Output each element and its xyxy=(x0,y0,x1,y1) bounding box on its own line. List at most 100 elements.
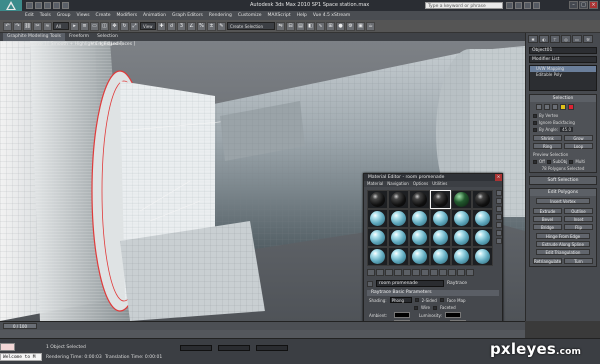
rendered-frame-icon[interactable]: ▣ xyxy=(356,21,365,31)
y-coordinate-field[interactable] xyxy=(218,345,250,351)
by-angle-checkbox[interactable] xyxy=(533,127,537,132)
object-name-field[interactable]: Object01 xyxy=(529,47,597,54)
insert-vertex-button[interactable]: Insert Vertex xyxy=(536,198,590,204)
material-slot[interactable] xyxy=(409,247,430,266)
subscription-icon[interactable] xyxy=(515,2,522,9)
unlink-icon[interactable]: ✂ xyxy=(33,21,42,31)
undo-icon[interactable] xyxy=(53,2,60,9)
assign-material-icon[interactable] xyxy=(385,269,393,276)
material-slot[interactable] xyxy=(367,190,388,209)
copy-material-icon[interactable] xyxy=(403,269,411,276)
two-sided-checkbox[interactable] xyxy=(414,298,419,302)
loop-button[interactable]: Loop xyxy=(564,143,593,149)
render-setup-icon[interactable]: ⚙ xyxy=(346,21,355,31)
percent-snap-icon[interactable]: % xyxy=(197,21,206,31)
soft-selection-header[interactable]: Soft Selection xyxy=(530,177,596,184)
material-slot[interactable] xyxy=(388,228,409,247)
material-slot[interactable] xyxy=(388,209,409,228)
by-vertex-option[interactable]: By Vertex xyxy=(530,112,596,119)
bridge-button[interactable]: Bridge xyxy=(533,224,562,230)
luminosity-swatch[interactable] xyxy=(444,312,461,318)
material-slot[interactable] xyxy=(430,190,451,209)
display-tab-icon[interactable]: ▭ xyxy=(572,35,582,43)
me-menu-material[interactable]: Material xyxy=(367,181,383,187)
hinge-from-edge-button[interactable]: Hinge From Edge xyxy=(536,233,590,239)
material-slot[interactable] xyxy=(430,247,451,266)
video-color-check-icon[interactable] xyxy=(496,222,502,228)
material-slot[interactable] xyxy=(367,247,388,266)
edit-named-selection-icon[interactable]: ✎ xyxy=(217,21,226,31)
z-coordinate-field[interactable] xyxy=(256,345,288,351)
help-icon[interactable] xyxy=(533,2,540,9)
material-slot[interactable] xyxy=(367,209,388,228)
graphite-toggle-icon[interactable]: ◧ xyxy=(306,21,315,31)
window-crossing-icon[interactable]: ◫ xyxy=(100,21,109,31)
wire-checkbox[interactable] xyxy=(414,305,418,310)
turn-button[interactable]: Turn xyxy=(564,258,593,264)
new-file-icon[interactable] xyxy=(26,2,33,9)
make-unique-icon[interactable] xyxy=(412,269,420,276)
material-slot[interactable] xyxy=(451,228,472,247)
by-angle-value[interactable]: 45.0 xyxy=(560,127,574,132)
menu-animation[interactable]: Animation xyxy=(140,11,169,20)
go-to-parent-icon[interactable] xyxy=(457,269,465,276)
mirror-icon[interactable]: ⇋ xyxy=(276,21,285,31)
me-menu-navigation[interactable]: Navigation xyxy=(387,181,409,187)
background-icon[interactable] xyxy=(496,206,502,212)
show-map-icon[interactable] xyxy=(439,269,447,276)
reset-map-icon[interactable] xyxy=(394,269,402,276)
close-icon[interactable]: × xyxy=(589,1,598,9)
modify-tab-icon[interactable]: ◐ xyxy=(539,35,549,43)
material-slot[interactable] xyxy=(451,247,472,266)
material-slot[interactable] xyxy=(367,228,388,247)
track-bar[interactable] xyxy=(0,330,525,338)
maximize-icon[interactable]: □ xyxy=(579,1,588,9)
app-menu-button[interactable] xyxy=(0,0,22,11)
undo-icon[interactable]: ↶ xyxy=(3,21,12,31)
polygon-level-icon[interactable] xyxy=(560,104,566,110)
material-slot[interactable] xyxy=(409,190,430,209)
select-by-name-icon[interactable]: ≡ xyxy=(80,21,89,31)
menu-graph-editors[interactable]: Graph Editors xyxy=(169,11,206,20)
outline-button[interactable]: Outline xyxy=(564,208,593,214)
link-icon[interactable]: ⛓ xyxy=(23,21,32,31)
bevel-button[interactable]: Bevel xyxy=(533,216,562,222)
menu-group[interactable]: Group xyxy=(54,11,74,20)
material-slot[interactable] xyxy=(472,190,493,209)
go-forward-icon[interactable] xyxy=(466,269,474,276)
border-level-icon[interactable] xyxy=(552,104,558,110)
edit-triangulation-button[interactable]: Edit Triangulation xyxy=(536,249,590,255)
rectangle-selection-icon[interactable]: ▭ xyxy=(90,21,99,31)
face-map-checkbox[interactable] xyxy=(439,298,444,302)
material-editor-titlebar[interactable]: Material Editor - room promenade × xyxy=(364,174,502,181)
minimize-icon[interactable]: – xyxy=(569,1,578,9)
maxscript-listener-indicator[interactable] xyxy=(0,343,15,351)
star-icon[interactable] xyxy=(524,2,531,9)
spinner-snap-icon[interactable]: ± xyxy=(207,21,216,31)
ignore-backfacing-option[interactable]: Ignore Backfacing xyxy=(530,119,596,126)
maxscript-mini-listener[interactable]: Welcome to M xyxy=(0,353,42,361)
close-icon[interactable]: × xyxy=(495,174,502,181)
flip-button[interactable]: Flip xyxy=(564,224,593,230)
move-icon[interactable]: ✥ xyxy=(110,21,119,31)
angle-snap-icon[interactable]: ∠ xyxy=(187,21,196,31)
sample-type-icon[interactable] xyxy=(496,190,502,196)
reference-coordinate-dropdown[interactable]: View xyxy=(140,22,156,30)
shrink-button[interactable]: Shrink xyxy=(533,135,562,141)
material-slot[interactable] xyxy=(388,190,409,209)
uv-tiling-icon[interactable] xyxy=(496,214,502,220)
stack-item-editable-poly[interactable]: Editable Poly xyxy=(530,72,596,78)
snaps-toggle-icon[interactable]: 3 xyxy=(177,21,186,31)
motion-tab-icon[interactable]: ◎ xyxy=(561,35,571,43)
tab-selection[interactable]: Selection xyxy=(93,33,122,41)
layer-manager-icon[interactable]: ▤ xyxy=(296,21,305,31)
select-object-icon[interactable]: ▸ xyxy=(70,21,79,31)
menu-customize[interactable]: Customize xyxy=(235,11,265,20)
material-slot[interactable] xyxy=(430,228,451,247)
material-slot[interactable] xyxy=(472,228,493,247)
search-input[interactable]: Type a keyword or phrase xyxy=(425,2,503,9)
faceted-checkbox[interactable] xyxy=(433,305,437,310)
time-slider[interactable]: 0 / 100 xyxy=(3,323,37,329)
save-file-icon[interactable] xyxy=(44,2,51,9)
shading-dropdown[interactable]: Phong xyxy=(389,297,412,303)
